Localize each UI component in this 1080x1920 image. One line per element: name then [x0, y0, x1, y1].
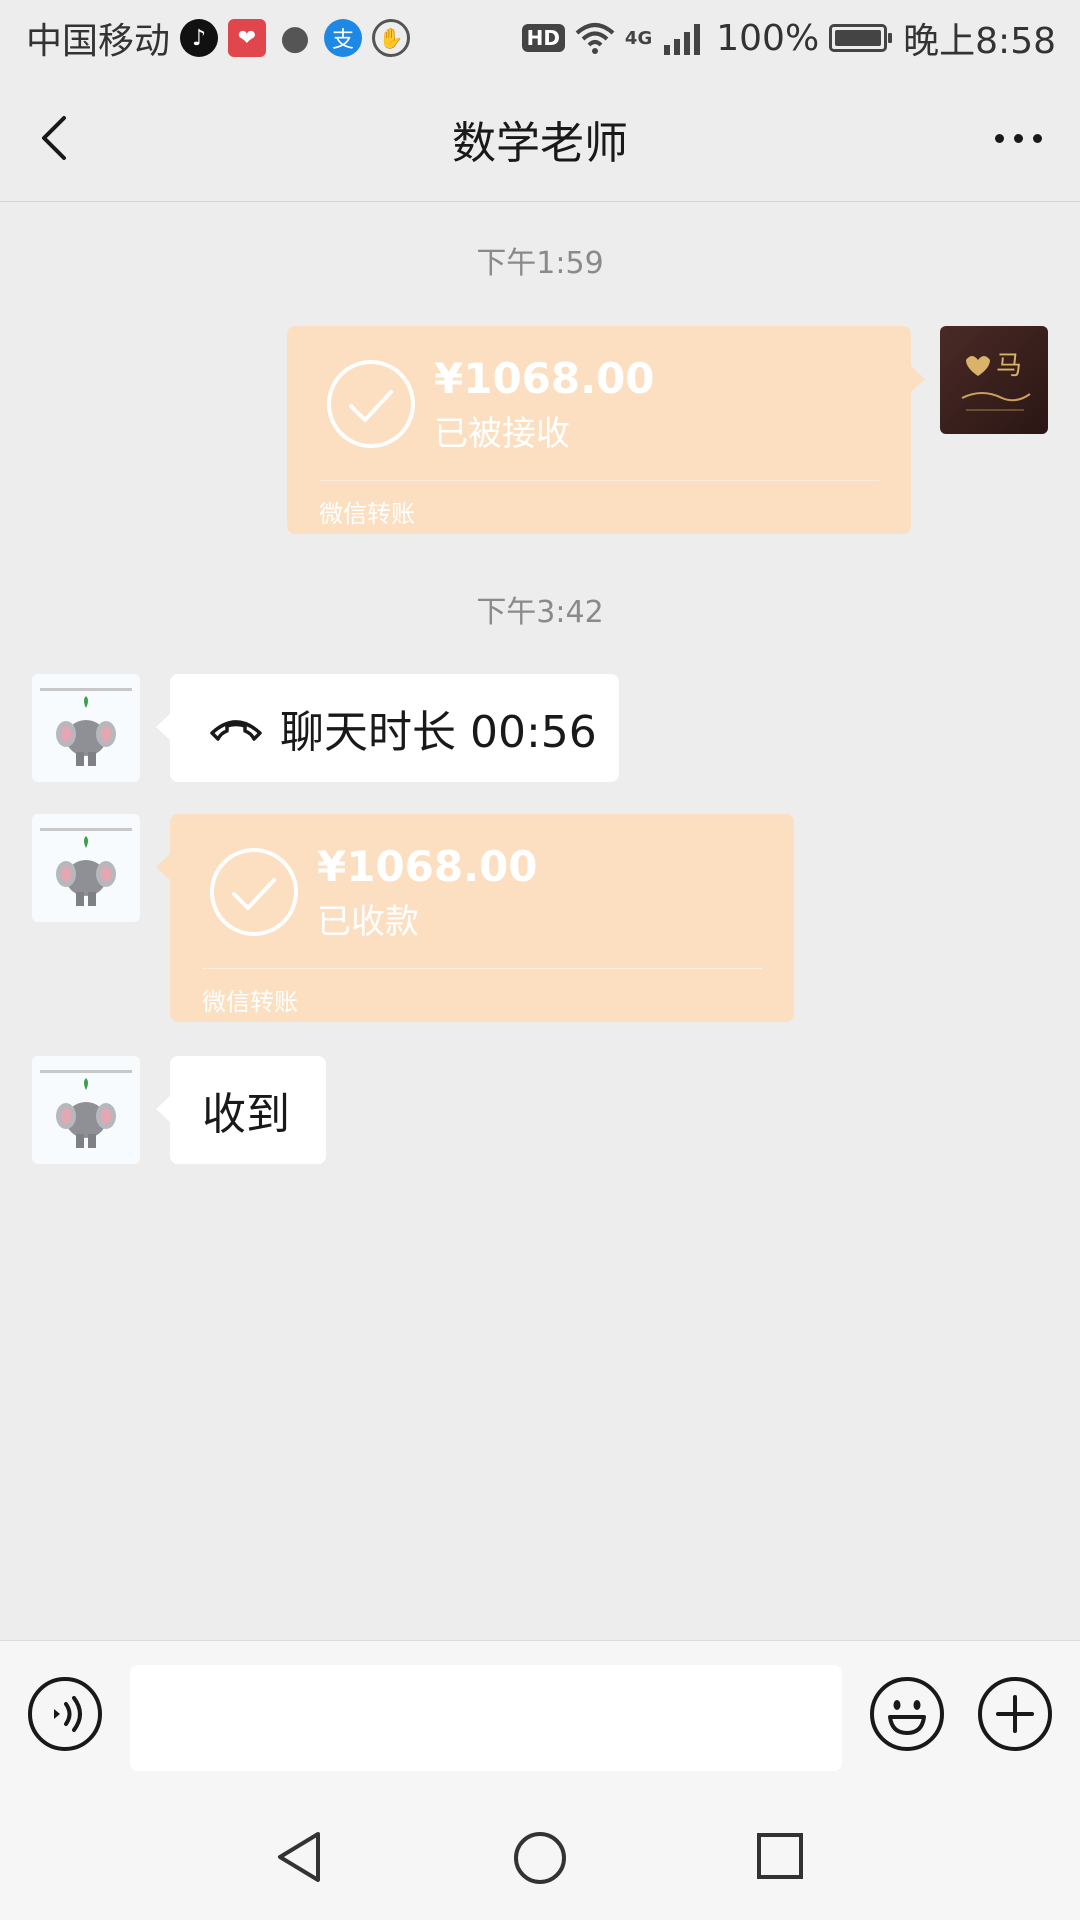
- outgoing-transfer-bubble[interactable]: ¥1068.00 已被接收 微信转账: [287, 326, 911, 534]
- my-avatar[interactable]: 马: [940, 326, 1048, 434]
- transfer-label: 微信转账: [202, 988, 298, 1016]
- nav-home-icon[interactable]: [512, 1830, 568, 1886]
- nav-back-icon[interactable]: [274, 1830, 324, 1884]
- tiktok-notification-icon: ♪: [180, 19, 219, 57]
- check-icon: [210, 848, 298, 936]
- text-message-bubble[interactable]: 收到: [170, 1056, 326, 1164]
- transfer-divider: [202, 968, 762, 969]
- incoming-transfer-bubble[interactable]: ¥1068.00 已收款 微信转账: [170, 814, 794, 1022]
- more-icon[interactable]: [986, 108, 1050, 168]
- carrier-label: 中国移动: [26, 21, 171, 62]
- nav-recents-icon[interactable]: [756, 1832, 804, 1880]
- transfer-status: 已被接收: [434, 414, 570, 454]
- svg-text:马: 马: [996, 351, 1022, 381]
- call-record-bubble[interactable]: 聊天时长 00:56: [170, 674, 619, 782]
- transfer-label: 微信转账: [319, 500, 415, 528]
- battery-percentage: 100%: [716, 17, 820, 59]
- network-type-label: 4G: [624, 27, 653, 49]
- emoji-icon[interactable]: [870, 1677, 944, 1751]
- message-timestamp: 下午3:42: [476, 595, 604, 630]
- status-right: HD 4G 100% 晚上8:58: [521, 12, 1056, 64]
- contact-avatar[interactable]: [32, 814, 140, 922]
- clock: 晚上8:58: [903, 21, 1056, 62]
- plus-icon[interactable]: [978, 1677, 1052, 1751]
- bubble-tail: [911, 366, 925, 392]
- back-icon[interactable]: [30, 108, 90, 168]
- signal-icon: [664, 24, 701, 55]
- bubble-tail: [156, 1096, 170, 1122]
- message-input[interactable]: [130, 1665, 842, 1771]
- check-icon: [327, 360, 415, 448]
- contact-avatar[interactable]: [32, 1056, 140, 1164]
- status-bar: 中国移动 ♪ ❤ ● 支 ✋ HD 4G 100% 晚上8:58: [0, 0, 1080, 76]
- alipay-notification-icon: 支: [324, 19, 363, 57]
- voice-icon[interactable]: [28, 1677, 102, 1751]
- message-notification-icon: ●: [280, 18, 310, 58]
- wifi-icon: [575, 23, 615, 54]
- message-text: 收到: [202, 1089, 290, 1140]
- battery-icon: [829, 24, 893, 52]
- phone-hangup-icon: [210, 720, 262, 741]
- transfer-divider: [319, 480, 879, 481]
- transfer-amount: ¥1068.00: [434, 354, 655, 403]
- contact-avatar[interactable]: [32, 674, 140, 782]
- chat-title: 数学老师: [452, 117, 628, 169]
- input-bar: [0, 1640, 1080, 1780]
- bubble-tail: [156, 714, 170, 740]
- transfer-status: 已收款: [317, 902, 419, 942]
- hd-badge: HD: [521, 24, 565, 52]
- bubble-tail: [156, 854, 170, 880]
- system-navigation-bar: [0, 1780, 1080, 1920]
- transfer-amount: ¥1068.00: [317, 842, 538, 891]
- call-duration-text: 聊天时长 00:56: [280, 707, 597, 758]
- pinduoduo-notification-icon: ❤: [228, 19, 267, 57]
- chat-header: 数学老师: [0, 76, 1080, 202]
- status-left: 中国移动 ♪ ❤ ● 支 ✋: [26, 12, 411, 64]
- message-timestamp: 下午1:59: [476, 246, 604, 281]
- hand-notification-icon: ✋: [372, 19, 411, 57]
